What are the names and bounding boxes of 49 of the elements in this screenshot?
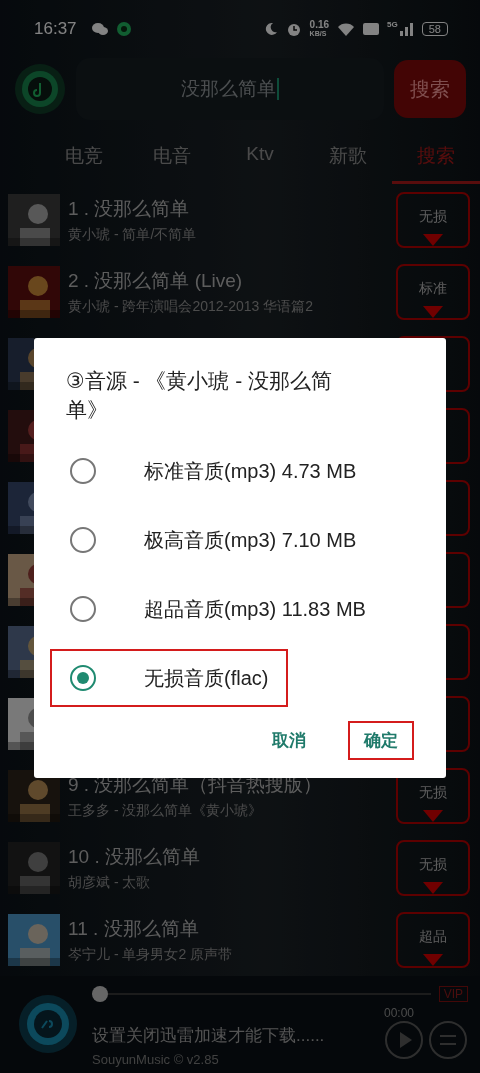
song-title[interactable]: 10 . 没那么简单 — [68, 843, 388, 870]
song-title[interactable]: 11 . 没那么简单 — [68, 915, 388, 942]
chat-icon — [90, 20, 109, 37]
app-logo-icon[interactable] — [14, 63, 66, 116]
player-disc-icon[interactable] — [18, 994, 78, 1055]
status-time: 16:37 — [34, 18, 77, 39]
down-triangle-icon — [423, 809, 443, 822]
quality-download-button[interactable]: 标准 — [396, 263, 470, 320]
quality-download-button[interactable]: 超品 — [396, 911, 470, 968]
radio-button[interactable] — [70, 527, 96, 553]
moon-icon — [263, 21, 278, 36]
down-triangle-icon — [423, 953, 443, 966]
hd-icon — [363, 22, 380, 35]
cancel-button[interactable]: 取消 — [256, 721, 322, 760]
app-version: SouyunMusic © v2.85 — [92, 1051, 220, 1067]
network-speed: 0.16 — [309, 19, 330, 30]
down-triangle-icon — [423, 881, 443, 894]
dialog-title: ③音源 - 《黄小琥 - 没那么简单》 — [66, 368, 334, 423]
marquee-message: 设置关闭迅雷加速才能下载...... — [92, 1024, 326, 1047]
play-time: 00:00 — [384, 1005, 415, 1020]
down-triangle-icon — [423, 305, 443, 318]
song-artist-album: 黄小琥 - 跨年演唱会2012-2013 华语篇2 — [68, 297, 315, 316]
category-tab[interactable]: 电竞 — [40, 137, 128, 184]
wifi-icon — [337, 21, 356, 36]
quality-option[interactable]: 超品音质(mp3) 11.83 MB — [50, 580, 386, 638]
song-artist-album: 黄小琥 - 简单/不简单 — [68, 225, 198, 244]
radio-button[interactable] — [70, 665, 96, 691]
radio-button[interactable] — [70, 458, 96, 484]
category-tab[interactable]: 新歌 — [304, 137, 392, 184]
song-artist-album: 胡彦斌 - 太歌 — [68, 873, 152, 892]
category-tab[interactable]: Ktv — [216, 137, 304, 184]
song-title[interactable]: 1 . 没那么简单 — [68, 195, 388, 222]
app-notification-icon — [116, 21, 131, 36]
confirm-button[interactable]: 确定 — [348, 721, 414, 760]
signal-icon — [399, 21, 414, 36]
quality-download-button[interactable]: 无损 — [396, 191, 470, 248]
song-title[interactable]: 2 . 没那么简单 (Live) — [68, 267, 388, 294]
network-type: 5G — [387, 20, 398, 29]
quality-option[interactable]: 无损音质(flac) — [50, 649, 289, 707]
search-button[interactable]: 搜索 — [394, 60, 466, 119]
battery-level: 58 — [421, 21, 448, 36]
song-artist-album: 岑宁儿 - 单身男女2 原声带 — [68, 945, 234, 964]
progress-slider[interactable] — [92, 985, 431, 1002]
quality-option[interactable]: 极高音质(mp3) 7.10 MB — [50, 511, 377, 569]
category-tab[interactable]: 电音 — [128, 137, 216, 184]
quality-option[interactable]: 标准音质(mp3) 4.73 MB — [50, 442, 377, 500]
quality-download-button[interactable]: 无损 — [396, 839, 470, 896]
radio-button[interactable] — [70, 596, 96, 622]
down-triangle-icon — [423, 233, 443, 246]
